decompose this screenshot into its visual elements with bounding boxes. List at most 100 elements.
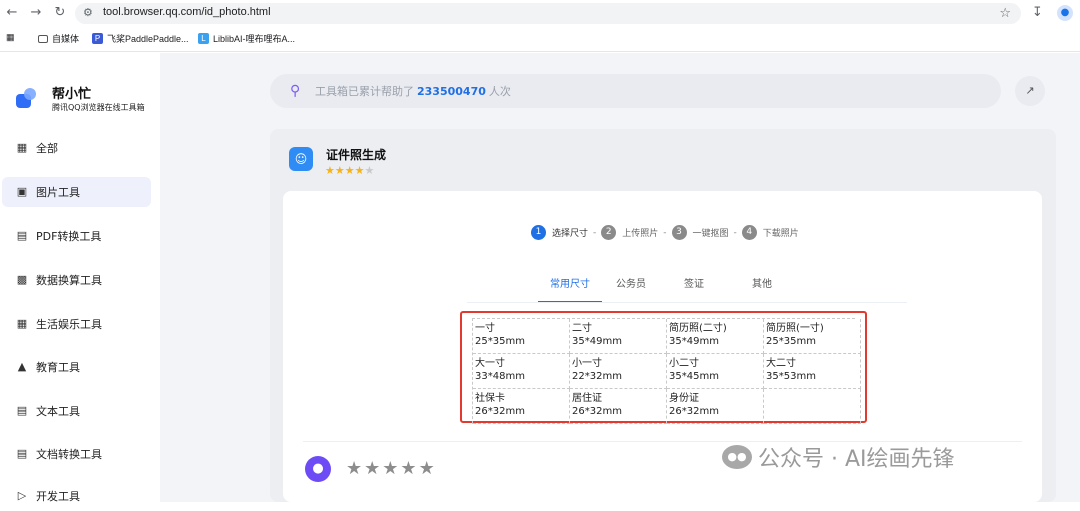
step-separator: - xyxy=(663,227,667,238)
size-dimension: 22*32mm xyxy=(572,371,622,382)
step-2: 2 上传照片 - xyxy=(601,225,671,240)
size-name: 大二寸 xyxy=(766,358,796,369)
browser-chrome: ← → ↻ ⚙ tool.browser.qq.com/id_photo.htm… xyxy=(0,0,1080,52)
star-icon[interactable]: ★ xyxy=(364,458,382,479)
sidebar: 帮小忙 腾讯QQ浏览器在线工具箱 ▦ 全部 ▣ 图片工具 ▤ PDF转换工具 ▩… xyxy=(0,53,160,503)
bookmark-star-icon[interactable]: ☆ xyxy=(999,6,1011,21)
sidebar-item-label: 教育工具 xyxy=(36,361,80,374)
user-avatar-icon: ● xyxy=(305,456,331,482)
size-dimension: 35*49mm xyxy=(572,336,622,347)
size-name: 二寸 xyxy=(572,323,592,334)
site-info-icon[interactable]: ⚙ xyxy=(83,6,93,19)
size-selection-highlight: 一寸 25*35mm 二寸 35*49mm 简历照(二寸) 35*49mm 简历照(一… xyxy=(460,311,867,424)
size-name: 简历照(一寸) xyxy=(766,323,824,334)
calendar-icon: ▦ xyxy=(16,317,28,330)
sidebar-item-data-tools[interactable]: ▩ 数据换算工具 xyxy=(2,265,151,295)
star-icon[interactable]: ★ xyxy=(382,458,400,479)
grid-icon: ▦ xyxy=(16,141,28,154)
step-4: 4 下载照片 xyxy=(741,225,799,240)
tabs-divider xyxy=(467,302,907,303)
size-option-empty xyxy=(764,389,861,424)
tab-civil-servant[interactable]: 公务员 xyxy=(604,277,658,303)
sidebar-item-label: 文档转换工具 xyxy=(36,448,102,461)
search-bar[interactable]: ⚲ 工具箱已累计帮助了 233500470 人次 xyxy=(270,74,1001,108)
sidebar-item-text-tools[interactable]: ▤ 文本工具 xyxy=(2,396,151,426)
watermark-text: 公众号 · AI绘画先锋 xyxy=(758,447,955,472)
star-icon[interactable]: ★ xyxy=(419,458,437,479)
bookmark-item[interactable]: 自媒体 xyxy=(38,32,79,45)
sidebar-item-education-tools[interactable]: ▲ 教育工具 xyxy=(2,352,151,382)
size-name: 小一寸 xyxy=(572,358,602,369)
profile-avatar-icon[interactable]: ● xyxy=(1057,5,1073,21)
sidebar-item-dev-tools[interactable]: ▷ 开发工具 xyxy=(2,481,151,511)
size-option[interactable]: 小一寸 22*32mm xyxy=(570,354,667,389)
pdf-icon: ▤ xyxy=(16,229,28,242)
size-dimension: 33*48mm xyxy=(475,371,525,382)
sidebar-item-pdf-tools[interactable]: ▤ PDF转换工具 xyxy=(2,221,151,251)
size-name: 社保卡 xyxy=(475,393,505,404)
size-option[interactable]: 居住证 26*32mm xyxy=(570,389,667,424)
step-number: 4 xyxy=(741,225,757,240)
star-icon[interactable]: ★ xyxy=(400,458,418,479)
sidebar-item-image-tools[interactable]: ▣ 图片工具 xyxy=(2,177,151,207)
sidebar-item-label: 文本工具 xyxy=(36,405,80,418)
step-number: 2 xyxy=(601,225,617,240)
step-label: 上传照片 xyxy=(622,229,659,239)
size-tabs: 常用尺寸 公务员 签证 其他 xyxy=(538,277,784,303)
tab-common-sizes[interactable]: 常用尺寸 xyxy=(538,277,602,303)
bookmarks-bar: ▦ 自媒体 P 飞桨PaddlePaddle... L LiblibAI-哩布哩… xyxy=(0,30,1080,48)
size-option[interactable]: 简历照(一寸) 25*35mm xyxy=(764,319,861,354)
brand-title: 帮小忙 xyxy=(52,87,92,102)
user-rating-stars[interactable]: ★★★★★ xyxy=(346,458,437,479)
star-icon: ★ xyxy=(344,164,355,177)
document-icon: ▤ xyxy=(16,447,28,460)
download-icon[interactable]: ↧ xyxy=(1032,5,1043,20)
forward-icon[interactable]: → xyxy=(28,5,44,21)
url-text[interactable]: tool.browser.qq.com/id_photo.html xyxy=(103,6,271,18)
reload-icon[interactable]: ↻ xyxy=(52,5,68,21)
paddle-icon: P xyxy=(92,33,103,44)
code-icon: ▷ xyxy=(17,489,27,502)
size-dimension: 25*35mm xyxy=(475,336,525,347)
size-option[interactable]: 大一寸 33*48mm xyxy=(473,354,570,389)
bookmark-item[interactable]: L LiblibAI-哩布哩布A... xyxy=(198,32,295,45)
step-3: 3 一键抠图 - xyxy=(671,225,742,240)
sidebar-item-all[interactable]: ▦ 全部 xyxy=(2,133,151,163)
usage-count: 233500470 xyxy=(417,84,486,98)
size-dimension: 26*32mm xyxy=(572,406,622,417)
size-name: 居住证 xyxy=(572,393,602,404)
step-separator: - xyxy=(593,227,597,238)
star-icon: ★ xyxy=(325,164,335,177)
address-row: ← → ↻ ⚙ tool.browser.qq.com/id_photo.htm… xyxy=(0,0,1080,27)
tab-other[interactable]: 其他 xyxy=(740,277,784,303)
sidebar-item-life-tools[interactable]: ▦ 生活娱乐工具 xyxy=(2,309,151,339)
step-number: 1 xyxy=(531,225,546,240)
size-option[interactable]: 小二寸 35*45mm xyxy=(667,354,764,389)
size-name: 简历照(二寸) xyxy=(669,323,727,334)
tab-visa[interactable]: 签证 xyxy=(672,277,716,303)
size-name: 大一寸 xyxy=(475,358,505,369)
back-icon[interactable]: ← xyxy=(4,5,20,21)
size-option[interactable]: 一寸 25*35mm xyxy=(473,319,570,354)
size-option[interactable]: 社保卡 26*32mm xyxy=(473,389,570,424)
watermark: ●● 公众号 · AI绘画先锋 xyxy=(722,441,955,473)
size-option[interactable]: 身份证 26*32mm xyxy=(667,389,764,424)
size-option[interactable]: 大二寸 35*53mm xyxy=(764,354,861,389)
step-label: 下载照片 xyxy=(762,229,799,239)
brand-subtitle: 腾讯QQ浏览器在线工具箱 xyxy=(52,103,145,112)
sidebar-item-document-tools[interactable]: ▤ 文档转换工具 xyxy=(2,439,151,469)
share-icon[interactable]: ↗ xyxy=(1015,76,1045,106)
tool-rating: ★★★★★ xyxy=(325,164,374,177)
star-icon: ★ xyxy=(364,164,375,177)
apps-icon[interactable]: ▦ xyxy=(6,32,15,43)
bookmark-item[interactable]: P 飞桨PaddlePaddle... xyxy=(92,32,189,45)
size-option[interactable]: 二寸 35*49mm xyxy=(570,319,667,354)
size-option[interactable]: 简历照(二寸) 35*49mm xyxy=(667,319,764,354)
star-icon[interactable]: ★ xyxy=(346,458,364,479)
size-dimension: 26*32mm xyxy=(475,406,525,417)
search-suffix-text: 人次 xyxy=(488,85,511,98)
address-bar[interactable]: ⚙ tool.browser.qq.com/id_photo.html ☆ xyxy=(75,3,1021,24)
step-number: 3 xyxy=(671,225,687,240)
size-dimension: 35*45mm xyxy=(669,371,719,382)
wechat-icon: ●● xyxy=(722,445,752,469)
